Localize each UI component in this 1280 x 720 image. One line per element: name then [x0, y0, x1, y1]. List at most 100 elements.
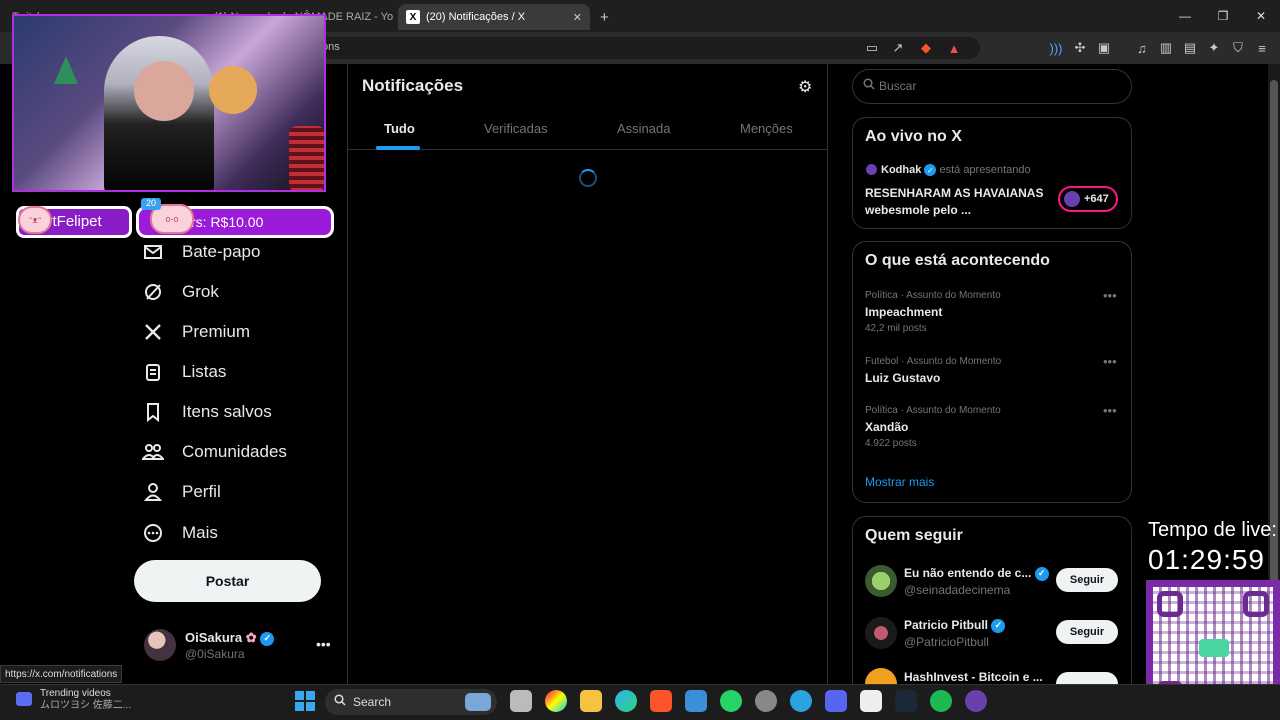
cat-mascot-icon: ᵔᴥᵔ — [18, 206, 52, 234]
follow-user-name-row[interactable]: Eu não entendo de c... ✓ — [904, 566, 1049, 581]
brave-rewards-icon[interactable]: ▲ — [946, 40, 962, 56]
live-title-line1[interactable]: RESENHARAM AS HAVAIANAS — [865, 186, 1043, 200]
live-title-line2[interactable]: webesmole pelo ... — [865, 203, 971, 217]
sidebar-item-mais[interactable]: Mais — [142, 513, 218, 553]
minimize-icon[interactable]: — — [1166, 0, 1204, 32]
live-host-row[interactable]: Kodhak ✓ está apresentando — [881, 164, 1031, 177]
who-to-follow-title: Quem seguir — [865, 527, 963, 544]
close-tab-icon[interactable]: ✕ — [573, 11, 582, 24]
screenshot-icon[interactable]: ▣ — [1096, 40, 1112, 56]
sidebar-item-grok[interactable]: Grok — [142, 272, 219, 312]
alert-badge: 20 — [141, 198, 161, 210]
trends-title: O que está acontecendo — [865, 252, 1050, 269]
follow-button[interactable] — [1056, 672, 1118, 684]
bookmark-icon — [142, 401, 164, 423]
sidebar-item-label: Grok — [182, 282, 219, 301]
extensions-icon[interactable]: ✣ — [1072, 40, 1088, 56]
avatar[interactable] — [144, 629, 176, 661]
live-host-name: Kodhak — [881, 164, 922, 176]
close-window-icon[interactable]: ✕ — [1242, 0, 1280, 32]
stream-timer-label: Tempo de live: — [1148, 519, 1277, 541]
share-icon[interactable]: ↗ — [890, 40, 906, 56]
follow-button[interactable]: Seguir — [1056, 568, 1118, 592]
x-app-icon[interactable] — [860, 690, 882, 712]
spotify-icon[interactable] — [930, 690, 952, 712]
search-placeholder: Buscar — [879, 79, 917, 93]
verified-badge-icon: ✓ — [924, 164, 937, 177]
avatar[interactable] — [865, 565, 897, 597]
obs-icon[interactable] — [755, 690, 777, 712]
follow-user-name-row[interactable]: Patricio Pitbull ✓ — [904, 618, 1006, 633]
follow-button[interactable]: Seguir — [1056, 620, 1118, 644]
app-icon[interactable] — [965, 690, 987, 712]
live-panel-title: Ao vivo no X — [865, 128, 962, 145]
sidebar-item-label: Bate-papo — [182, 242, 261, 261]
trend-more-icon[interactable]: ••• — [1103, 288, 1117, 303]
follow-user-name[interactable]: HashInvest - Bitcoin e ... — [904, 670, 1043, 684]
more-circle-icon — [142, 522, 164, 544]
sidebar-item-label: Comunidades — [182, 442, 287, 461]
trending-widget[interactable]: Trending videos ムロツヨシ 佐藤二... — [40, 688, 131, 712]
copilot-icon[interactable] — [545, 690, 567, 712]
show-more-link[interactable]: Mostrar mais — [865, 475, 934, 489]
trend-name[interactable]: Luiz Gustavo — [865, 371, 940, 385]
sidebar-item-itens-salvos[interactable]: Itens salvos — [142, 392, 272, 432]
audio-playing-icon[interactable]: ))) — [1048, 40, 1064, 56]
grok-icon — [142, 281, 164, 303]
sidebar-item-comunidades[interactable]: Comunidades — [142, 432, 287, 472]
whatsapp-icon[interactable] — [720, 690, 742, 712]
media-icon[interactable]: ♫ — [1134, 40, 1150, 56]
sidebar-item-perfil[interactable]: Perfil — [142, 472, 221, 512]
brave-icon[interactable] — [650, 690, 672, 712]
trend-more-icon[interactable]: ••• — [1103, 354, 1117, 369]
tab-assinada[interactable]: Assinada — [617, 121, 670, 136]
sidebar-icon[interactable]: ▥ — [1158, 40, 1174, 56]
wallet-icon[interactable]: ▤ — [1182, 40, 1198, 56]
brave-shield-icon[interactable]: ◆ — [918, 40, 934, 56]
tab-verificadas[interactable]: Verificadas — [484, 121, 548, 136]
edge-icon[interactable] — [615, 690, 637, 712]
task-view-icon[interactable] — [510, 690, 532, 712]
new-tab-button[interactable]: + — [592, 4, 620, 30]
screen: Twitch (1) Narrando de NÔMADE RAIZ - Yo … — [0, 0, 1280, 720]
communities-icon — [142, 441, 164, 463]
search-icon — [863, 78, 875, 93]
menu-icon[interactable]: ≡ — [1254, 40, 1270, 56]
qr-logo-icon — [1199, 639, 1229, 657]
sidebar-item-bate-papo[interactable]: Bate-papo — [142, 232, 260, 272]
file-explorer-icon[interactable] — [580, 690, 602, 712]
trend-more-icon[interactable]: ••• — [1103, 403, 1117, 418]
telegram-icon[interactable] — [790, 690, 812, 712]
discord-icon[interactable] — [825, 690, 847, 712]
verified-badge-icon: ✓ — [991, 618, 1006, 633]
avatar[interactable] — [865, 617, 897, 649]
account-menu-icon[interactable]: ••• — [316, 636, 331, 652]
sakura-flower-icon: ✿ — [245, 630, 257, 645]
tab-x-notifications[interactable]: X (20) Notificações / X ✕ — [398, 4, 590, 30]
sidebar-item-label: Mais — [182, 523, 218, 542]
trend-name[interactable]: Impeachment — [865, 305, 942, 319]
restore-icon[interactable]: ❐ — [1204, 0, 1242, 32]
sidebar-item-listas[interactable]: Listas — [142, 352, 226, 392]
sidebar-item-premium[interactable]: Premium — [142, 312, 250, 352]
tab-mencoes[interactable]: Menções — [740, 121, 793, 136]
loading-spinner — [579, 169, 597, 187]
leo-ai-icon[interactable]: ✦ — [1206, 40, 1222, 56]
tab-tudo[interactable]: Tudo — [384, 121, 415, 136]
listeners-count: +647 — [1084, 193, 1109, 205]
store-icon[interactable] — [685, 690, 707, 712]
steam-icon[interactable] — [895, 690, 917, 712]
main-column — [347, 64, 828, 684]
settings-gear-icon[interactable]: ⚙ — [798, 77, 812, 97]
sidebar-item-label: Perfil — [182, 482, 221, 501]
trend-name[interactable]: Xandão — [865, 420, 908, 434]
search-input[interactable]: Buscar — [852, 69, 1132, 104]
windows-start-icon[interactable] — [295, 691, 315, 711]
sidebar-item-label: Itens salvos — [182, 402, 272, 421]
account-name-row[interactable]: OiSakura ✿ ✓ — [185, 630, 275, 646]
streamer-face — [134, 61, 194, 121]
cast-icon[interactable]: ▭ — [864, 40, 880, 56]
vpn-icon[interactable]: ⛉ — [1230, 40, 1246, 56]
x-logo-icon — [142, 321, 164, 343]
post-button[interactable]: Postar — [134, 560, 321, 602]
